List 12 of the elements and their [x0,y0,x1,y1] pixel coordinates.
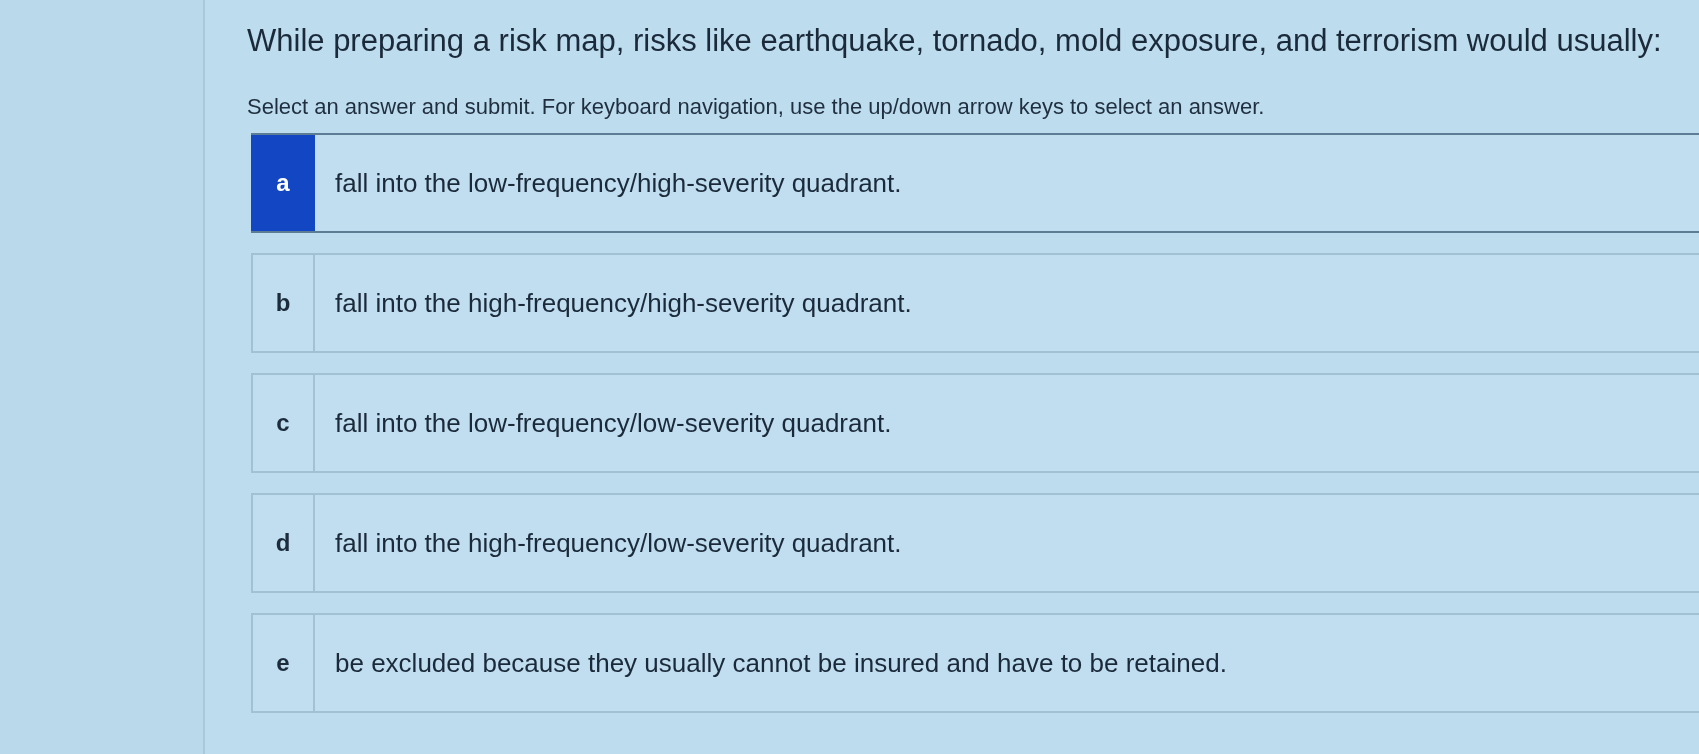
answer-option[interactable]: e be excluded because they usually cannot be insured and have to be retained. [251,613,1699,713]
answer-option[interactable]: a fall into the low-frequency/high-severity quadrant. [251,133,1699,233]
option-letter: d [253,495,315,591]
answer-option[interactable]: d fall into the high-frequency/low-severity quadrant. [251,493,1699,593]
answer-option[interactable]: c fall into the low-frequency/low-severity quadrant. [251,373,1699,473]
option-letter: c [253,375,315,471]
option-letter: a [251,135,315,231]
answer-option[interactable]: b fall into the high-frequency/high-severity quadrant. [251,253,1699,353]
option-letter: e [253,615,315,711]
option-letter: b [253,255,315,351]
question-text: While preparing a risk map, risks like earthquake, tornado, mold exposure, and terrorism would usually: [247,22,1663,60]
instructions-text: Select an answer and submit. For keyboard navigation, use the up/down arrow keys to select an answer. [247,94,1266,120]
